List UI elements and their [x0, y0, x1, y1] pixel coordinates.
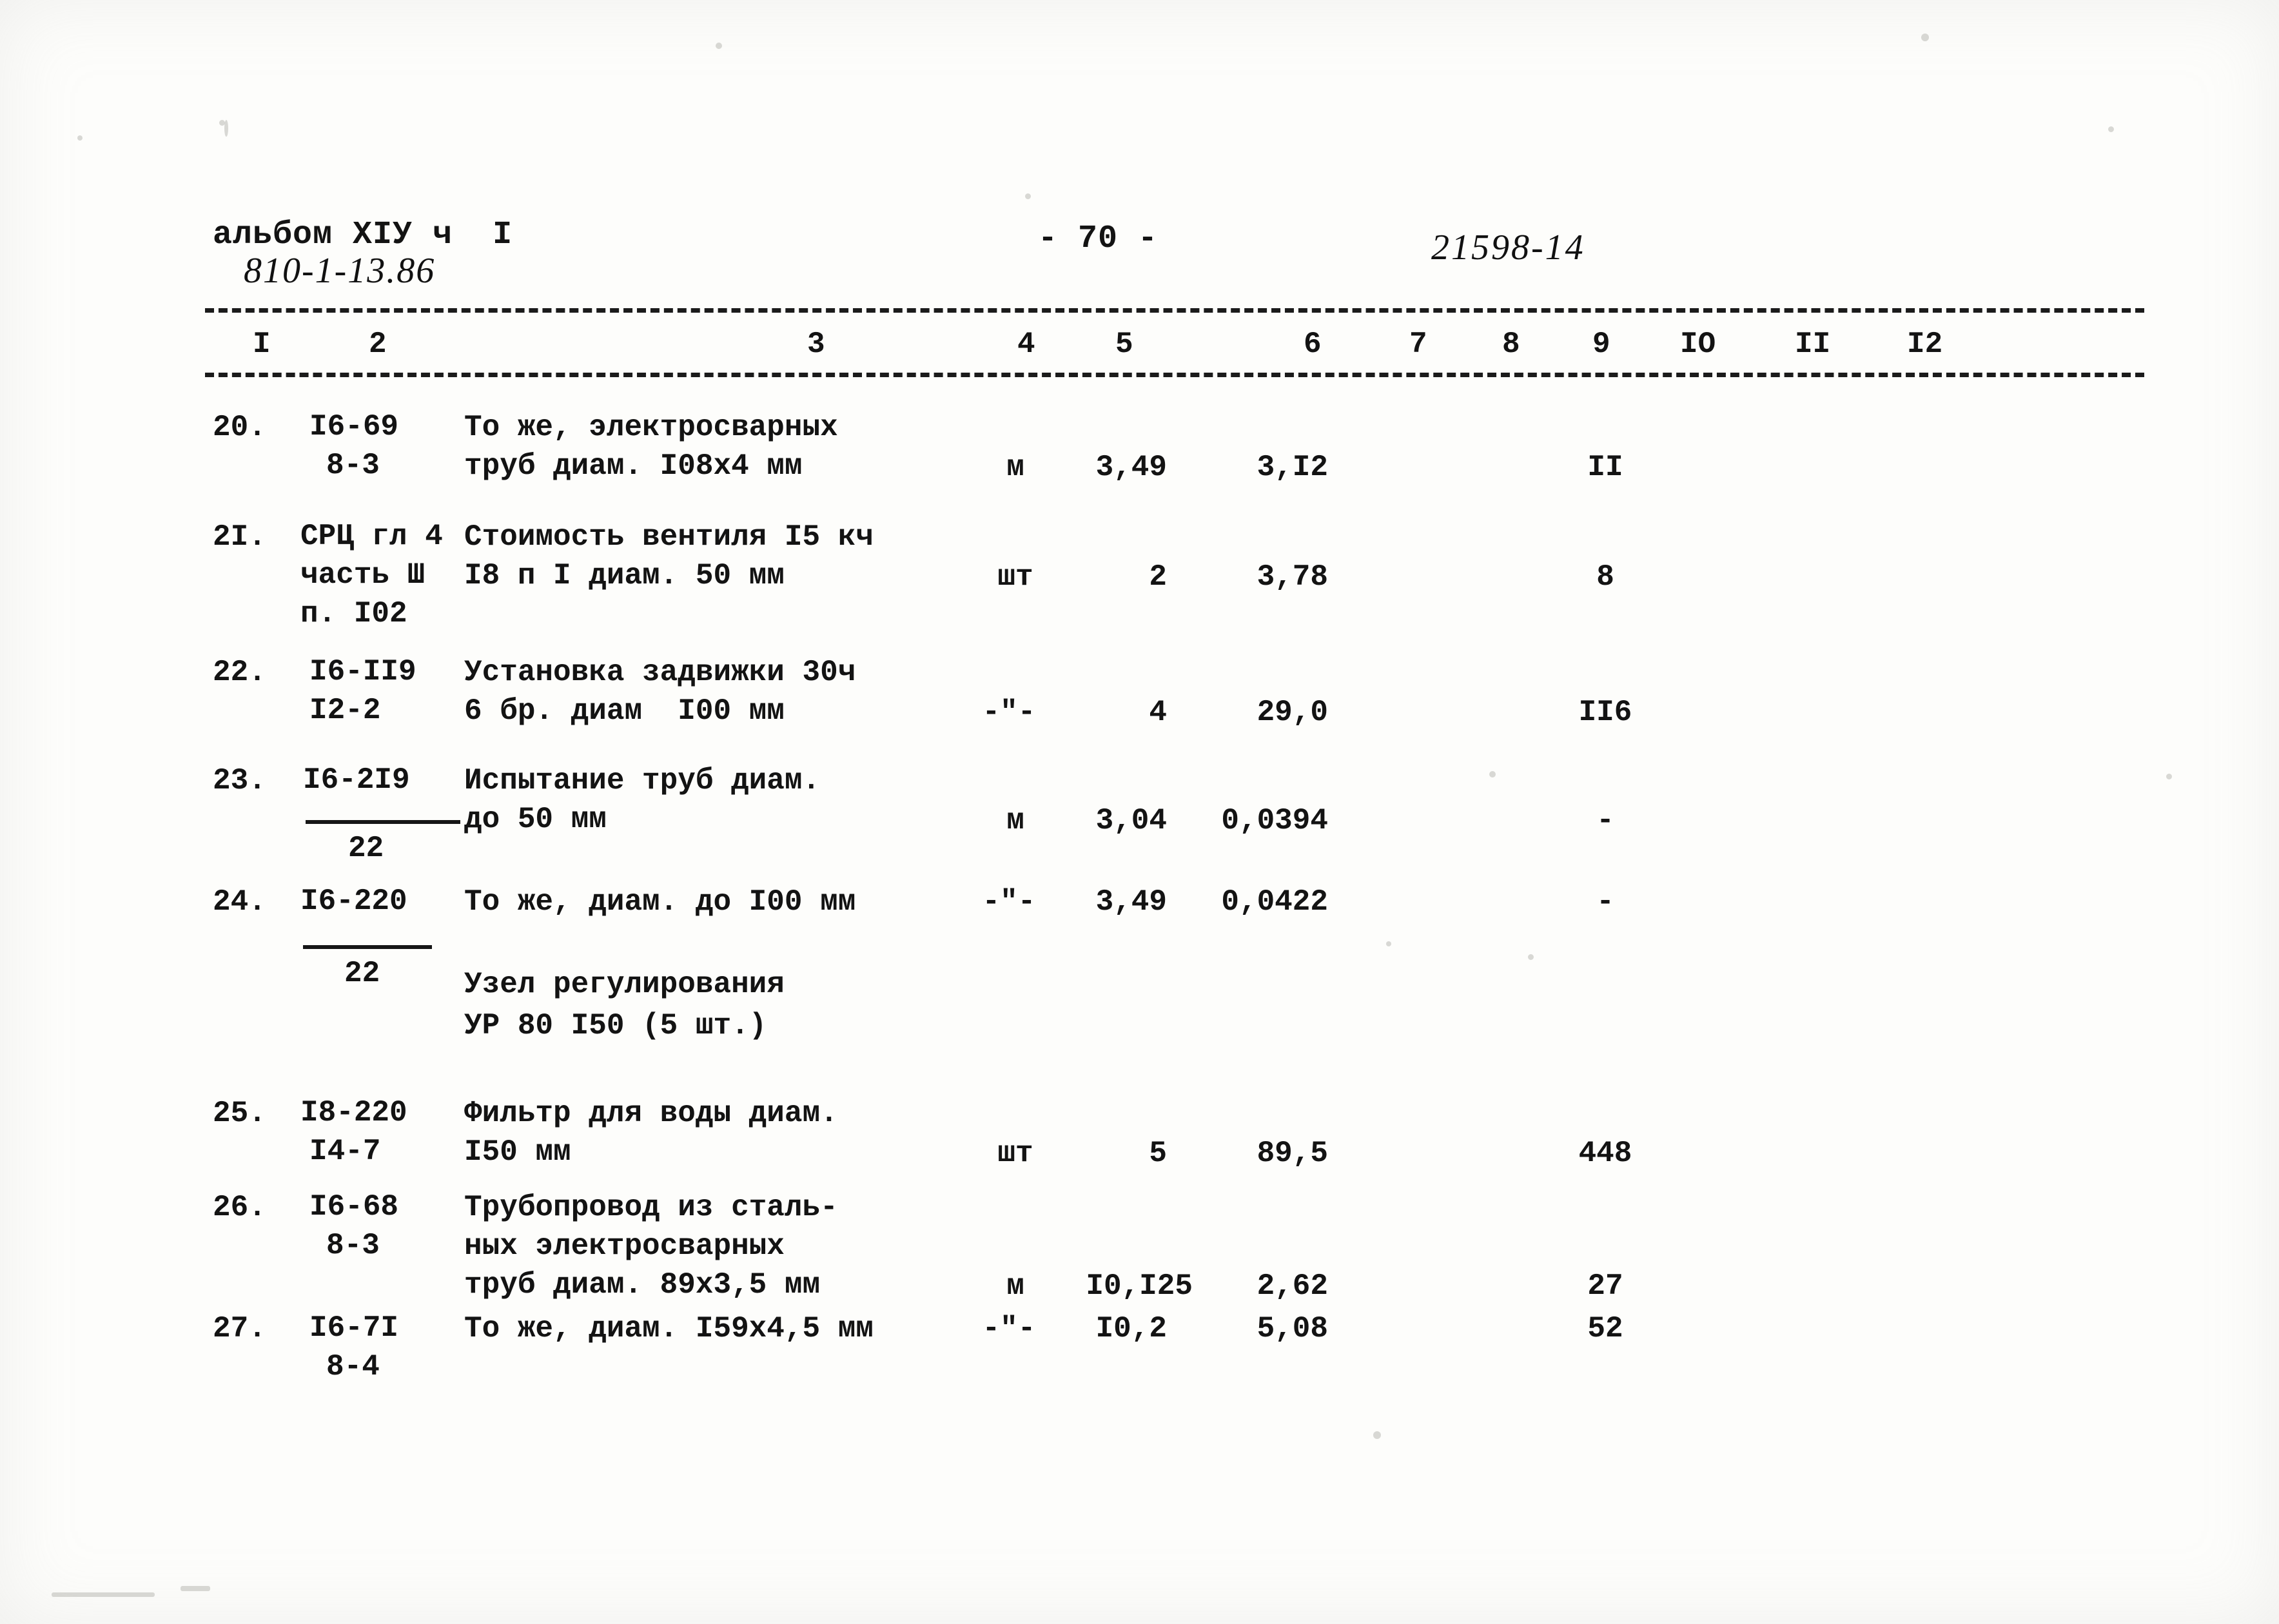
row-total: 52 — [1587, 1312, 1623, 1345]
scanned-document-page: альбом XIУ ч I 810-1-13.86 - 70 - 21598-… — [0, 0, 2279, 1624]
row-quantity: 2 — [1149, 560, 1167, 594]
row-number: 27. — [213, 1312, 266, 1345]
row-total: - — [1596, 885, 1614, 919]
row-description-line2: ных электросварных — [464, 1229, 785, 1263]
row-number: 2I. — [213, 520, 266, 554]
row-description-line3: труб диам. 89х3,5 мм — [464, 1268, 821, 1302]
row-price: 0,0422 — [1221, 885, 1328, 919]
row-quantity: 5 — [1149, 1137, 1167, 1170]
row-description-line2: I8 п I диам. 50 мм — [464, 559, 785, 592]
row-quantity: 3,04 — [1095, 804, 1167, 837]
row-code-line2: часть Ш — [300, 558, 425, 592]
row-quantity: 3,49 — [1095, 885, 1167, 919]
row-quantity: 3,49 — [1095, 451, 1167, 484]
row-price: 29,0 — [1257, 696, 1328, 729]
row-code-line2: 8-3 — [326, 449, 380, 482]
row-description-line1: То же, диам. I59х4,5 мм — [464, 1312, 874, 1345]
row-code-line1: I6-2I9 — [303, 763, 410, 797]
row-code-line2: 8-4 — [326, 1350, 380, 1384]
row-unit: -"- — [982, 885, 1036, 919]
scan-speck — [1489, 771, 1496, 778]
row-unit: -"- — [982, 1312, 1036, 1345]
row-description-line2: 6 бр. диам I00 мм — [464, 694, 785, 728]
row-price: 3,78 — [1257, 560, 1328, 594]
row-code-line1: I6-69 — [309, 410, 399, 444]
scan-speck — [77, 135, 83, 141]
row-total: 448 — [1578, 1137, 1632, 1170]
row-total: II — [1587, 451, 1623, 484]
row-code-line1: СРЦ гл 4 — [300, 520, 443, 553]
row-price: 89,5 — [1257, 1137, 1328, 1170]
section-heading-line1: Узел регулирования — [464, 968, 785, 1001]
row-code-line2: I4-7 — [309, 1135, 381, 1168]
row-total: 27 — [1587, 1269, 1623, 1303]
row-total: 8 — [1596, 560, 1614, 594]
row-code-line2: I2-2 — [309, 694, 381, 727]
row-unit: шт — [997, 1137, 1033, 1170]
row-code-line1: I6-II9 — [309, 655, 416, 689]
row-code-fraction-line — [303, 945, 432, 949]
row-code-line1: I6-220 — [300, 885, 407, 918]
row-description-line2: I50 мм — [464, 1135, 571, 1169]
row-unit: м — [1006, 451, 1024, 484]
row-unit: -"- — [982, 696, 1036, 729]
row-number: 26. — [213, 1191, 266, 1224]
row-code-line1: I8-220 — [300, 1096, 407, 1130]
scan-speck — [181, 1586, 210, 1591]
row-total: II6 — [1578, 696, 1632, 729]
scan-speck — [52, 1592, 155, 1597]
scan-speck — [716, 43, 722, 49]
row-total: - — [1596, 804, 1614, 837]
row-description-line1: То же, диам. до I00 мм — [464, 885, 856, 919]
row-quantity: I0,2 — [1095, 1312, 1167, 1345]
row-description-line1: Испытание труб диам. — [464, 764, 821, 797]
scan-speck — [1373, 1431, 1381, 1439]
row-code-line1: I6-7I — [309, 1311, 399, 1345]
scan-speck — [2108, 126, 2114, 132]
row-number: 20. — [213, 411, 266, 444]
row-code-line2: 8-3 — [326, 1229, 380, 1262]
scan-speck — [224, 120, 228, 137]
row-description-line2: труб диам. I08х4 мм — [464, 449, 803, 483]
row-price: 2,62 — [1257, 1269, 1328, 1303]
scan-speck — [2166, 774, 2172, 779]
row-price: 3,I2 — [1257, 451, 1328, 484]
section-heading-line2: УР 80 I50 (5 шт.) — [464, 1009, 767, 1042]
row-number: 22. — [213, 656, 266, 689]
row-code-line2: 22 — [344, 957, 380, 990]
row-description-line1: Стоимость вентиля I5 кч — [464, 520, 874, 554]
row-unit: шт — [997, 560, 1033, 594]
row-number: 25. — [213, 1097, 266, 1130]
row-description-line1: Трубопровод из сталь- — [464, 1191, 838, 1224]
scan-speck — [1386, 941, 1391, 946]
row-code-line2: 22 — [348, 832, 384, 865]
row-quantity: I0,I25 — [1086, 1269, 1193, 1303]
row-price: 0,0394 — [1221, 804, 1328, 837]
row-unit: м — [1006, 804, 1024, 837]
row-description-line1: Установка задвижки 30ч — [464, 656, 856, 689]
scan-speck — [1528, 954, 1534, 960]
row-description-line1: Фильтр для воды диам. — [464, 1097, 838, 1130]
row-price: 5,08 — [1257, 1312, 1328, 1345]
scan-speck — [1921, 34, 1929, 41]
row-code-line3: п. I02 — [300, 597, 407, 631]
row-number: 23. — [213, 764, 266, 797]
row-code-line1: I6-68 — [309, 1190, 399, 1224]
row-description-line1: То же, электросварных — [464, 411, 838, 444]
row-code-fraction-line — [306, 820, 460, 824]
row-description-line2: до 50 мм — [464, 803, 607, 836]
row-number: 24. — [213, 885, 266, 919]
row-quantity: 4 — [1149, 696, 1167, 729]
scan-speck — [1025, 193, 1031, 199]
